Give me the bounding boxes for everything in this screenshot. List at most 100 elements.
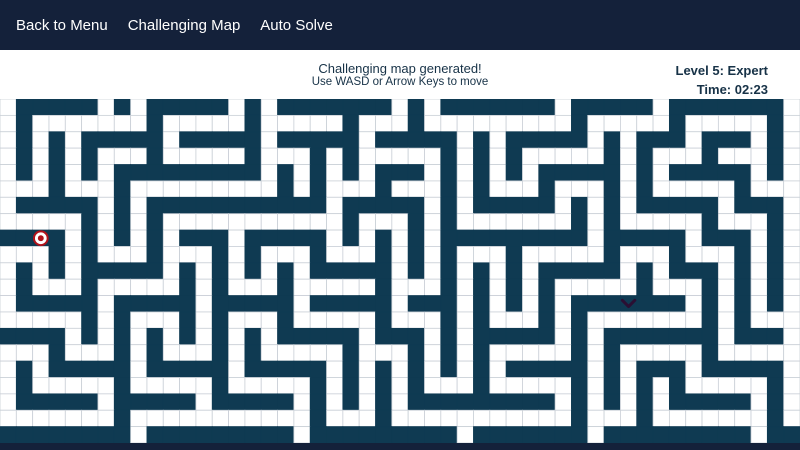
- maze-path-cell: [244, 409, 262, 428]
- maze-path-cell: [228, 229, 246, 247]
- maze-wall-cell: [358, 426, 376, 443]
- maze-wall-cell: [179, 295, 197, 313]
- maze-path-cell: [277, 377, 295, 395]
- maze-wall-cell: [750, 360, 768, 378]
- maze-path-cell: [587, 393, 605, 411]
- maze-path-cell: [456, 426, 474, 443]
- maze-path-cell: [130, 213, 148, 231]
- maze-path-cell: [685, 278, 703, 296]
- maze-path-cell: [489, 278, 507, 296]
- maze-wall-cell: [179, 164, 197, 182]
- maze-path-cell: [391, 311, 409, 329]
- maze-path-cell: [48, 213, 66, 231]
- back-to-menu-button[interactable]: Back to Menu: [16, 17, 108, 34]
- maze-path-cell: [391, 393, 409, 411]
- maze-wall-cell: [603, 360, 621, 378]
- maze-wall-cell: [179, 196, 197, 215]
- maze-wall-cell: [113, 311, 132, 329]
- maze-wall-cell: [293, 99, 311, 116]
- maze-path-cell: [32, 311, 50, 329]
- maze-path-cell: [97, 164, 115, 182]
- maze-path-cell: [64, 229, 83, 247]
- maze-path-cell: [620, 360, 638, 378]
- maze-wall-cell: [48, 327, 66, 346]
- maze-wall-cell: [734, 246, 752, 264]
- maze-path-cell: [244, 278, 262, 296]
- maze-path-cell: [162, 278, 180, 296]
- maze-board[interactable]: [0, 99, 800, 443]
- auto-solve-button[interactable]: Auto Solve: [260, 17, 333, 34]
- maze-path-cell: [391, 180, 409, 198]
- maze-path-cell: [81, 114, 99, 133]
- maze-path-cell: [456, 131, 474, 149]
- maze-path-cell: [0, 377, 17, 395]
- maze-path-cell: [0, 164, 17, 182]
- maze-grid[interactable]: [0, 99, 800, 443]
- maze-path-cell: [130, 99, 148, 116]
- maze-path-cell: [652, 344, 670, 362]
- maze-path-cell: [554, 147, 572, 165]
- maze-path-cell: [64, 278, 83, 296]
- maze-path-cell: [554, 278, 572, 296]
- maze-wall-cell: [620, 229, 638, 247]
- maze-path-cell: [326, 278, 344, 296]
- maze-wall-cell: [113, 377, 132, 395]
- maze-wall-cell: [522, 196, 540, 215]
- maze-wall-cell: [146, 360, 164, 378]
- maze-path-cell: [97, 114, 115, 133]
- maze-wall-cell: [571, 377, 589, 395]
- maze-path-cell: [179, 180, 197, 198]
- maze-path-cell: [587, 229, 605, 247]
- maze-path-cell: [538, 409, 556, 428]
- maze-path-cell: [15, 344, 34, 362]
- maze-path-cell: [587, 278, 605, 296]
- maze-wall-cell: [701, 360, 719, 378]
- maze-path-cell: [130, 327, 148, 346]
- maze-wall-cell: [48, 393, 66, 411]
- maze-path-cell: [0, 196, 17, 215]
- maze-path-cell: [0, 393, 17, 411]
- maze-path-cell: [326, 344, 344, 362]
- maze-wall-cell: [717, 426, 736, 443]
- maze-wall-cell: [15, 147, 34, 165]
- maze-wall-cell: [701, 327, 719, 346]
- maze-path-cell: [668, 180, 687, 198]
- maze-wall-cell: [701, 262, 719, 280]
- maze-path-cell: [293, 426, 311, 443]
- maze-wall-cell: [244, 114, 262, 133]
- maze-path-cell: [587, 114, 605, 133]
- maze-wall-cell: [15, 196, 34, 215]
- maze-wall-cell: [587, 99, 605, 116]
- maze-path-cell: [97, 213, 115, 231]
- maze-path-cell: [652, 213, 670, 231]
- maze-path-cell: [130, 180, 148, 198]
- maze-path-cell: [358, 213, 376, 231]
- maze-path-cell: [309, 344, 327, 362]
- maze-wall-cell: [81, 426, 99, 443]
- maze-path-cell: [162, 377, 180, 395]
- maze-wall-cell: [244, 229, 262, 247]
- maze-path-cell: [277, 114, 295, 133]
- maze-wall-cell: [32, 426, 50, 443]
- maze-path-cell: [456, 278, 474, 296]
- maze-wall-cell: [440, 426, 458, 443]
- maze-wall-cell: [440, 360, 458, 378]
- maze-path-cell: [342, 246, 360, 264]
- maze-path-cell: [783, 295, 800, 313]
- maze-wall-cell: [32, 196, 50, 215]
- maze-path-cell: [179, 409, 197, 428]
- maze-path-cell: [652, 164, 670, 182]
- maze-wall-cell: [766, 327, 785, 346]
- maze-wall-cell: [734, 393, 752, 411]
- maze-path-cell: [424, 114, 442, 133]
- maze-path-cell: [48, 278, 66, 296]
- challenging-map-button[interactable]: Challenging Map: [128, 17, 241, 34]
- maze-wall-cell: [81, 393, 99, 411]
- maze-wall-cell: [473, 377, 491, 395]
- bottom-bar: [0, 443, 800, 450]
- maze-wall-cell: [456, 393, 474, 411]
- maze-path-cell: [130, 409, 148, 428]
- maze-path-cell: [48, 311, 66, 329]
- maze-path-cell: [228, 262, 246, 280]
- maze-wall-cell: [244, 147, 262, 165]
